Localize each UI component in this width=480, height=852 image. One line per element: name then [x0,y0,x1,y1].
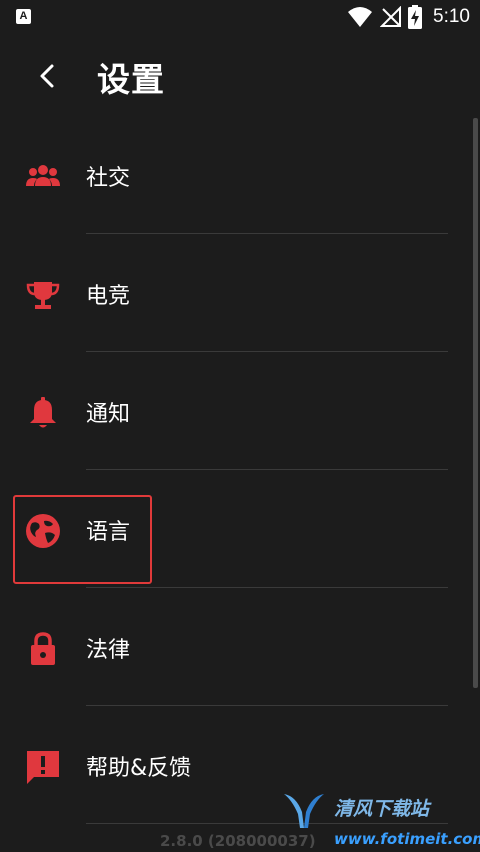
lock-icon [24,630,62,668]
feedback-icon [24,748,62,786]
settings-item-label: 社交 [86,166,131,191]
status-bar: A 5:10 [0,0,480,34]
no-signal-icon [380,6,401,27]
watermark-url: www.fotimeit.com [334,830,480,848]
status-time: 5:10 [433,6,470,27]
chevron-left-icon [40,64,54,88]
settings-item-esports[interactable]: 电竞 [0,234,470,352]
settings-item-label: 帮助&反馈 [86,756,192,781]
settings-list: 社交 电竞 通知 语言 法律 帮助&反馈 [0,116,470,824]
back-button[interactable] [26,56,70,96]
watermark: 清风下载站 www.fotimeit.com [282,790,480,852]
settings-item-label: 通知 [86,402,131,427]
settings-item-notifications[interactable]: 通知 [0,352,470,470]
settings-item-label: 电竞 [86,284,131,309]
watermark-logo-icon [284,794,324,828]
trophy-icon [24,276,62,314]
battery-charging-icon [408,5,422,29]
app-notification-icon: A [16,9,31,24]
settings-item-legal[interactable]: 法律 [0,588,470,706]
settings-item-social[interactable]: 社交 [0,116,470,234]
watermark-name: 清风下载站 [334,798,430,820]
people-icon [24,158,62,196]
scrollbar[interactable] [473,118,478,688]
highlight-box [13,495,152,584]
page-title: 设置 [97,60,165,99]
settings-item-label: 法律 [86,638,131,663]
bell-icon [24,394,62,432]
wifi-icon [348,7,372,27]
